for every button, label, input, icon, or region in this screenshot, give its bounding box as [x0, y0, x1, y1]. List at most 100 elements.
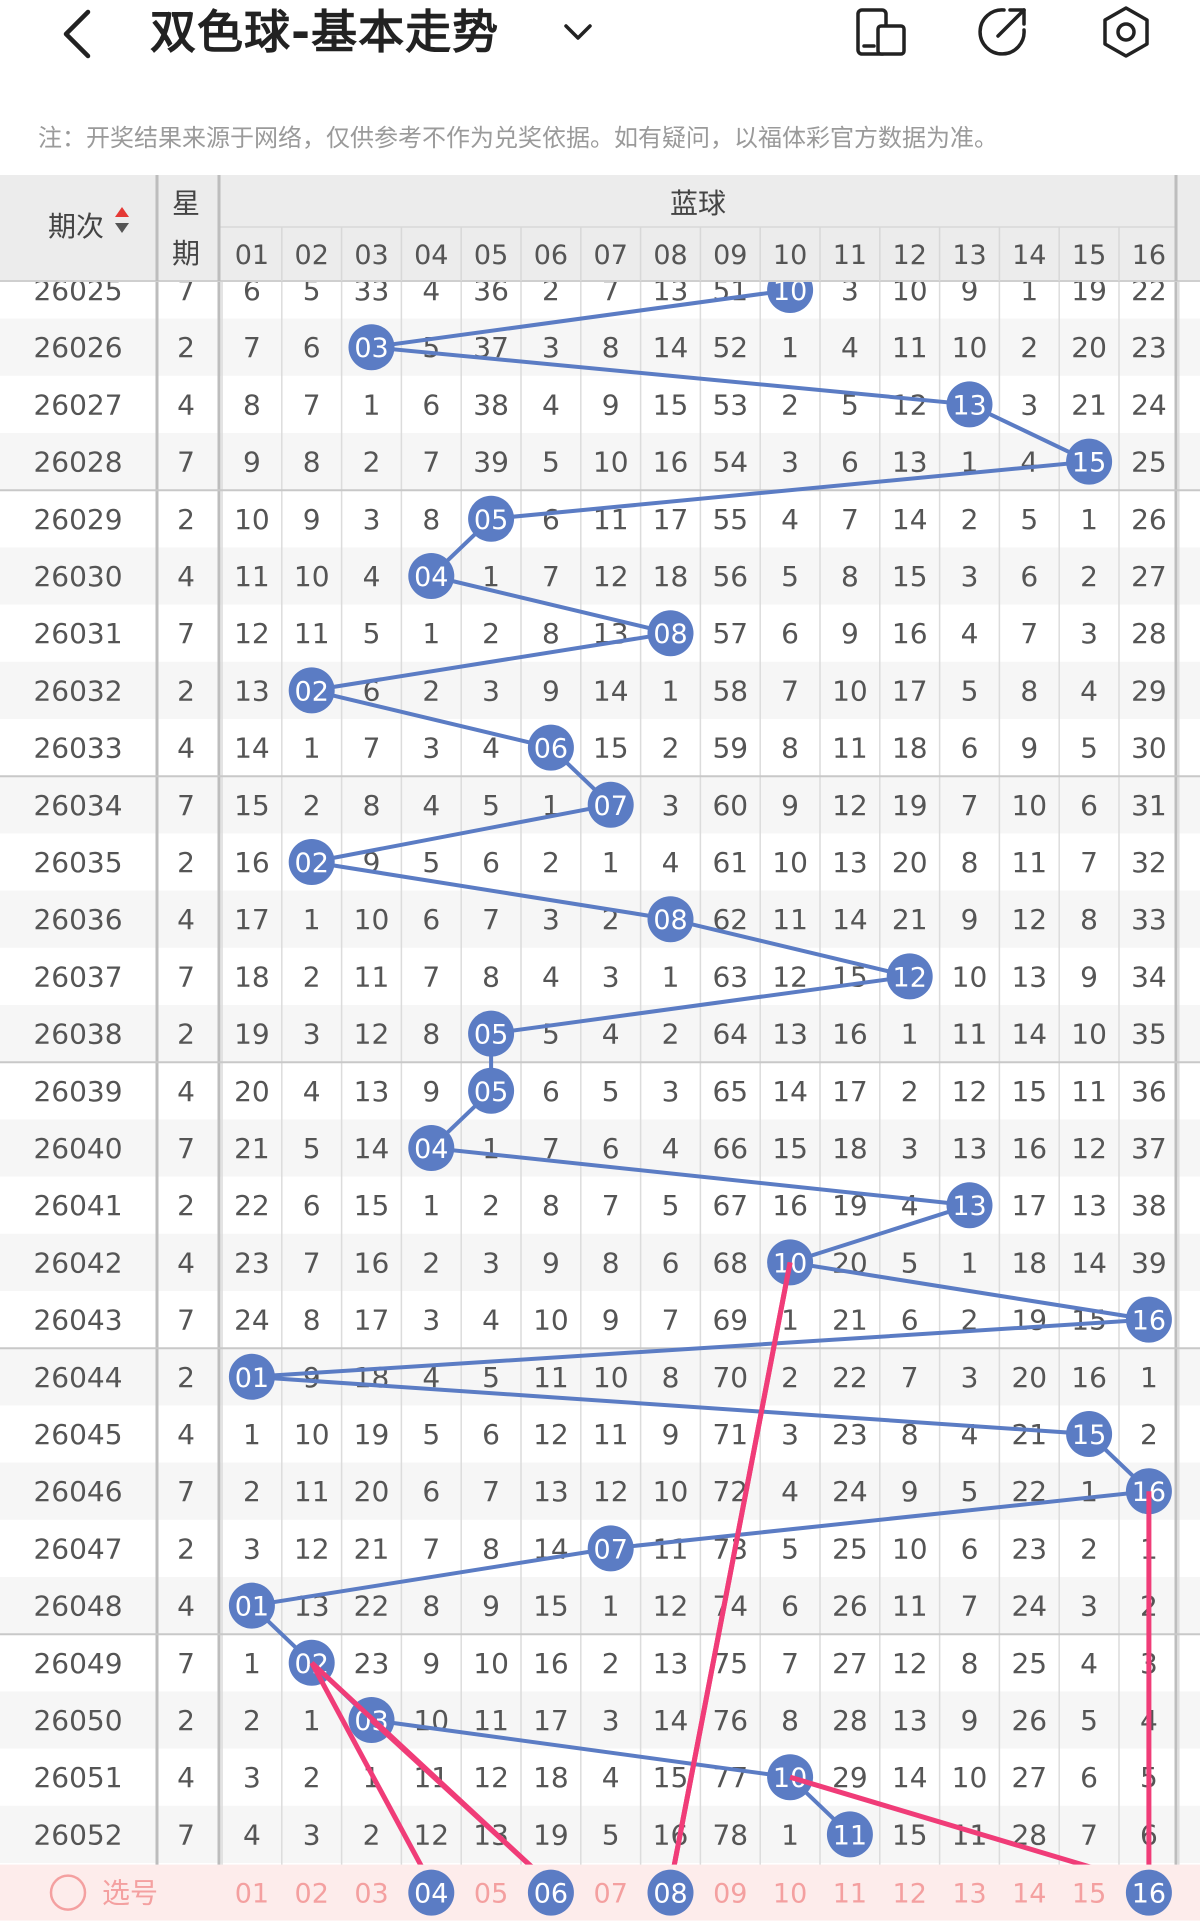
- selected-ball-number: 04: [414, 1879, 448, 1910]
- select-ball-option[interactable]: 14: [1012, 1879, 1046, 1910]
- miss-count-cell: 8: [422, 1590, 440, 1623]
- share-icon[interactable]: [974, 4, 1030, 60]
- miss-count-cell: 8: [841, 560, 859, 593]
- miss-count-cell: 2: [303, 1761, 321, 1794]
- miss-count-cell: 14: [234, 732, 270, 765]
- period-cell: 26027: [33, 388, 122, 421]
- miss-count-cell: 3: [482, 674, 500, 707]
- period-cell: 26046: [33, 1475, 122, 1508]
- miss-count-cell: 6: [422, 388, 440, 421]
- miss-count-cell: 2: [662, 1018, 680, 1051]
- miss-count-cell: 13: [1011, 960, 1047, 993]
- miss-count-cell: 7: [961, 1590, 979, 1623]
- miss-count-cell: 2: [1080, 560, 1098, 593]
- blue-ball-number: 13: [952, 390, 986, 421]
- miss-count-cell: 7: [303, 1246, 321, 1279]
- miss-count-cell: 2: [363, 1818, 381, 1851]
- select-ball-option[interactable]: 07: [594, 1879, 628, 1910]
- select-ball-option[interactable]: 13: [952, 1879, 986, 1910]
- miss-count-cell: 11: [294, 1475, 330, 1508]
- miss-count-cell: 15: [892, 1818, 928, 1851]
- miss-count-cell: 4: [602, 1018, 620, 1051]
- miss-count-cell: 1: [901, 1018, 919, 1051]
- weekday-cell: 7: [177, 1132, 195, 1165]
- miss-count-cell: 2: [1140, 1418, 1158, 1451]
- miss-count-cell: 11: [473, 1704, 509, 1737]
- miss-count-cell: 1: [303, 903, 321, 936]
- miss-count-cell: 26: [1131, 503, 1167, 536]
- select-ball-option[interactable]: 05: [474, 1879, 508, 1910]
- blue-ball-number: 16: [1132, 1306, 1166, 1337]
- col-period-header[interactable]: 期次: [48, 210, 104, 243]
- miss-count-cell: 10: [294, 1418, 330, 1451]
- miss-count-cell: 7: [961, 789, 979, 822]
- miss-count-cell: 3: [1080, 1590, 1098, 1623]
- miss-count-cell: 3: [662, 789, 680, 822]
- miss-count-cell: 8: [662, 1361, 680, 1394]
- select-label[interactable]: 选号: [102, 1877, 158, 1910]
- blue-ball-number: 05: [474, 1077, 508, 1108]
- miss-count-cell: 11: [832, 732, 868, 765]
- miss-count-cell: 35: [1131, 1018, 1167, 1051]
- selected-ball-number: 16: [1132, 1879, 1166, 1910]
- miss-count-cell: 25: [1011, 1647, 1047, 1680]
- page-title[interactable]: 双色球-基本走势: [150, 0, 499, 64]
- weekday-cell: 4: [177, 732, 195, 765]
- settings-icon[interactable]: [1098, 4, 1154, 60]
- miss-count-cell: 10: [413, 1704, 449, 1737]
- weekday-cell: 2: [177, 1018, 195, 1051]
- miss-count-cell: 33: [1131, 903, 1167, 936]
- miss-count-cell: 9: [482, 1590, 500, 1623]
- miss-count-cell: 1: [602, 1590, 620, 1623]
- select-ball-option[interactable]: 12: [893, 1879, 927, 1910]
- miss-count-cell: 25: [832, 1532, 868, 1565]
- phone-layout-icon[interactable]: [854, 4, 910, 60]
- period-cell: 26031: [33, 617, 122, 650]
- ball-number-header: 02: [295, 240, 329, 271]
- miss-count-cell: 37: [1131, 1132, 1167, 1165]
- select-ball-option[interactable]: 01: [235, 1879, 269, 1910]
- miss-count-cell: 6: [1020, 560, 1038, 593]
- miss-count-cell: 11: [533, 1361, 569, 1394]
- period-cell: 26033: [33, 732, 122, 765]
- select-ball-option[interactable]: 10: [773, 1879, 807, 1910]
- miss-count-cell: 13: [1071, 1189, 1107, 1222]
- miss-count-cell: 12: [952, 1075, 988, 1108]
- miss-count-cell: 6: [602, 1132, 620, 1165]
- back-arrow-icon[interactable]: [52, 4, 102, 64]
- miss-count-cell: 11: [653, 1532, 689, 1565]
- miss-count-cell: 1: [1080, 1475, 1098, 1508]
- trend-chart-table: 26025 7 6 5 33 4 36 2 7 13 51 3 10 9 1 19 2226026 2 7 6 5 37 3…: [0, 175, 1200, 1921]
- miss-count-cell: 11: [892, 1590, 928, 1623]
- ball-number-header: 16: [1132, 240, 1166, 271]
- miss-count-cell: 23: [354, 1647, 390, 1680]
- weekday-cell: 4: [177, 1418, 195, 1451]
- select-ball-option[interactable]: 11: [833, 1879, 867, 1910]
- weekday-cell: 4: [177, 388, 195, 421]
- miss-count-cell: 32: [1131, 846, 1167, 879]
- weekday-cell: 4: [177, 560, 195, 593]
- miss-count-cell: 13: [892, 446, 928, 479]
- blue-ball-number: 07: [594, 1534, 628, 1565]
- blue-ball-number: 04: [414, 562, 448, 593]
- select-ball-option[interactable]: 15: [1072, 1879, 1106, 1910]
- select-ball-option[interactable]: 02: [295, 1879, 329, 1910]
- weekday-cell: 7: [177, 617, 195, 650]
- miss-count-cell: 3: [422, 732, 440, 765]
- chevron-down-icon[interactable]: [560, 14, 596, 50]
- miss-count-cell: 4: [243, 1818, 261, 1851]
- miss-count-cell: 10: [533, 1304, 569, 1337]
- miss-count-cell: 3: [542, 331, 560, 364]
- period-cell: 26045: [33, 1418, 122, 1451]
- ball-number-header: 07: [594, 240, 628, 271]
- select-ball-option[interactable]: 09: [713, 1879, 747, 1910]
- miss-count-cell: 16: [772, 1189, 808, 1222]
- miss-count-cell: 7: [662, 1304, 680, 1337]
- miss-count-cell: 26: [1011, 1704, 1047, 1737]
- miss-count-cell: 1: [602, 846, 620, 879]
- miss-count-cell: 4: [1080, 674, 1098, 707]
- miss-count-cell: 5: [482, 1361, 500, 1394]
- miss-count-cell: 30: [1131, 732, 1167, 765]
- miss-count-cell: 6: [482, 1418, 500, 1451]
- select-ball-option[interactable]: 03: [354, 1879, 388, 1910]
